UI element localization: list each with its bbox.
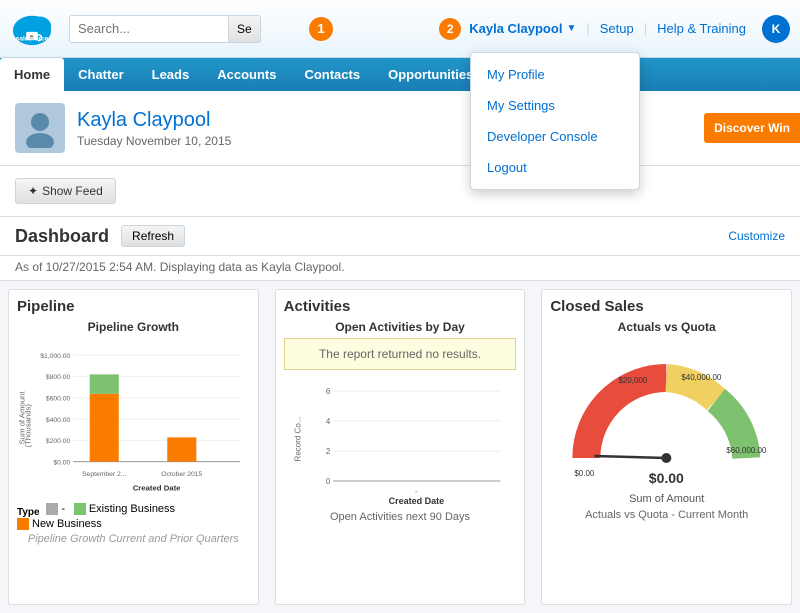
legend-new: New Business <box>17 518 102 530</box>
profile-area: Kayla Claypool Tuesday November 10, 2015… <box>0 91 800 166</box>
refresh-button[interactable]: Refresh <box>121 225 185 247</box>
dropdown-logout[interactable]: Logout <box>471 152 639 183</box>
nav-item-contacts[interactable]: Contacts <box>290 58 374 91</box>
svg-text:$0.00: $0.00 <box>575 469 596 478</box>
closed-sales-panel: Closed Sales Actuals vs Quota $0.00 $20,… <box>541 289 792 605</box>
svg-text:October 2015: October 2015 <box>161 471 202 478</box>
svg-text:-: - <box>415 487 418 496</box>
svg-text:$0.00: $0.00 <box>53 460 70 467</box>
svg-text:Created Date: Created Date <box>133 484 181 493</box>
show-feed-label: Show Feed <box>42 184 103 198</box>
customize-link[interactable]: Customize <box>728 229 785 243</box>
salesforce-logo: salesforce ☕ <box>10 7 54 51</box>
search-button[interactable]: Se <box>229 15 261 43</box>
dropdown-arrow-icon: ▼ <box>566 23 576 34</box>
svg-text:6: 6 <box>326 387 331 396</box>
closed-sales-chart-title: Actuals vs Quota <box>550 320 783 334</box>
svg-text:☕: ☕ <box>29 33 36 40</box>
legend-label-new: New Business <box>32 518 102 530</box>
dropdown-my-settings[interactable]: My Settings <box>471 90 639 121</box>
svg-text:$40,000.00: $40,000.00 <box>682 373 723 382</box>
nav-bar: Home Chatter Leads Accounts Contacts Opp… <box>0 58 800 91</box>
show-feed-button[interactable]: ✦ Show Feed <box>15 178 116 204</box>
gauge-sum-label: Sum of Amount <box>550 493 783 505</box>
legend-box-dash <box>46 503 58 515</box>
legend-box-existing <box>74 503 86 515</box>
svg-text:$60,000.00: $60,000.00 <box>727 446 768 455</box>
dashboard-header: Dashboard Refresh Customize <box>0 217 800 256</box>
activities-panel: Activities Open Activities by Day The re… <box>275 289 526 605</box>
dropdown-developer-console[interactable]: Developer Console <box>471 121 639 152</box>
user-menu-button[interactable]: 2 Kayla Claypool ▼ <box>431 13 584 45</box>
legend-label-dash: - <box>61 503 65 515</box>
svg-text:2: 2 <box>326 447 331 456</box>
avatar[interactable]: K <box>762 15 790 43</box>
svg-text:Created Date: Created Date <box>388 496 444 504</box>
closed-sales-footer: Actuals vs Quota - Current Month <box>550 509 783 521</box>
svg-text:$0.00: $0.00 <box>649 470 684 486</box>
separator: | <box>584 21 591 36</box>
svg-text:$1,000.00: $1,000.00 <box>40 353 70 360</box>
dashboard-subtitle: As of 10/27/2015 2:54 AM. Displaying dat… <box>0 256 800 281</box>
nav-item-accounts[interactable]: Accounts <box>203 58 290 91</box>
show-feed-area: ✦ Show Feed <box>0 166 800 217</box>
legend-box-new <box>17 518 29 530</box>
badge-2: 2 <box>439 18 461 40</box>
profile-name: Kayla Claypool <box>77 109 231 132</box>
legend-label-existing: Existing Business <box>89 503 175 515</box>
profile-avatar <box>15 103 65 153</box>
svg-text:September 2...: September 2... <box>82 471 126 478</box>
closed-sales-section-title: Closed Sales <box>550 298 783 315</box>
pipeline-chart: Sum of Amount (Thousands) $1,000.00 $800… <box>17 338 250 498</box>
svg-text:4: 4 <box>326 417 331 426</box>
profile-date: Tuesday November 10, 2015 <box>77 134 231 148</box>
nav-item-leads[interactable]: Leads <box>138 58 204 91</box>
type-label: Type <box>17 507 40 518</box>
pipeline-section-title: Pipeline <box>17 298 250 315</box>
discover-button[interactable]: Discover Win <box>704 113 800 143</box>
pipeline-footer: Pipeline Growth Current and Prior Quarte… <box>17 533 250 545</box>
pipeline-legend: Type - Existing Business New Business <box>17 503 250 533</box>
step1-indicator: 1 <box>309 17 333 41</box>
nav-item-chatter[interactable]: Chatter <box>64 58 138 91</box>
svg-text:0: 0 <box>326 477 331 486</box>
svg-text:(Thousands): (Thousands) <box>24 404 33 448</box>
separator2: | <box>642 21 649 36</box>
logo-area: salesforce ☕ <box>10 7 54 51</box>
search-area: Se <box>69 15 289 43</box>
dropdown-my-profile[interactable]: My Profile <box>471 59 639 90</box>
header: salesforce ☕ Se 1 2 Kayla Claypool ▼ | S… <box>0 0 800 58</box>
activities-footer: Open Activities next 90 Days <box>284 511 517 523</box>
pipeline-chart-title: Pipeline Growth <box>17 320 250 334</box>
help-training-link[interactable]: Help & Training <box>649 16 754 41</box>
badge-1: 1 <box>309 17 333 41</box>
search-input[interactable] <box>69 15 229 43</box>
svg-text:$600.00: $600.00 <box>46 396 71 403</box>
pipeline-panel: Pipeline Pipeline Growth Sum of Amount (… <box>8 289 259 605</box>
legend-existing: Existing Business <box>74 503 175 515</box>
plus-icon: ✦ <box>28 184 38 198</box>
gauge-chart: $0.00 $20,000 $40,000.00 $60,000.00 $0.0… <box>550 338 783 488</box>
svg-text:$20,000: $20,000 <box>619 376 648 385</box>
dashboard-title: Dashboard <box>15 226 109 247</box>
legend-dash: - <box>46 503 65 515</box>
header-right: 2 Kayla Claypool ▼ | Setup | Help & Trai… <box>431 13 790 45</box>
profile-info: Kayla Claypool Tuesday November 10, 2015 <box>77 109 231 148</box>
activities-section-title: Activities <box>284 298 517 315</box>
svg-text:$200.00: $200.00 <box>46 438 71 445</box>
user-name-label: Kayla Claypool <box>469 21 562 36</box>
activities-no-results: The report returned no results. <box>284 338 517 370</box>
user-dropdown-menu: My Profile My Settings Developer Console… <box>470 52 640 190</box>
setup-link[interactable]: Setup <box>592 16 642 41</box>
activities-chart: Record Co... 6 4 2 0 - Created Date <box>284 374 517 504</box>
svg-text:$400.00: $400.00 <box>46 417 71 424</box>
nav-item-home[interactable]: Home <box>0 58 64 91</box>
svg-text:Record Co...: Record Co... <box>293 417 302 462</box>
activities-chart-title: Open Activities by Day <box>284 320 517 334</box>
charts-area: Pipeline Pipeline Growth Sum of Amount (… <box>0 281 800 613</box>
svg-text:$800.00: $800.00 <box>46 374 71 381</box>
